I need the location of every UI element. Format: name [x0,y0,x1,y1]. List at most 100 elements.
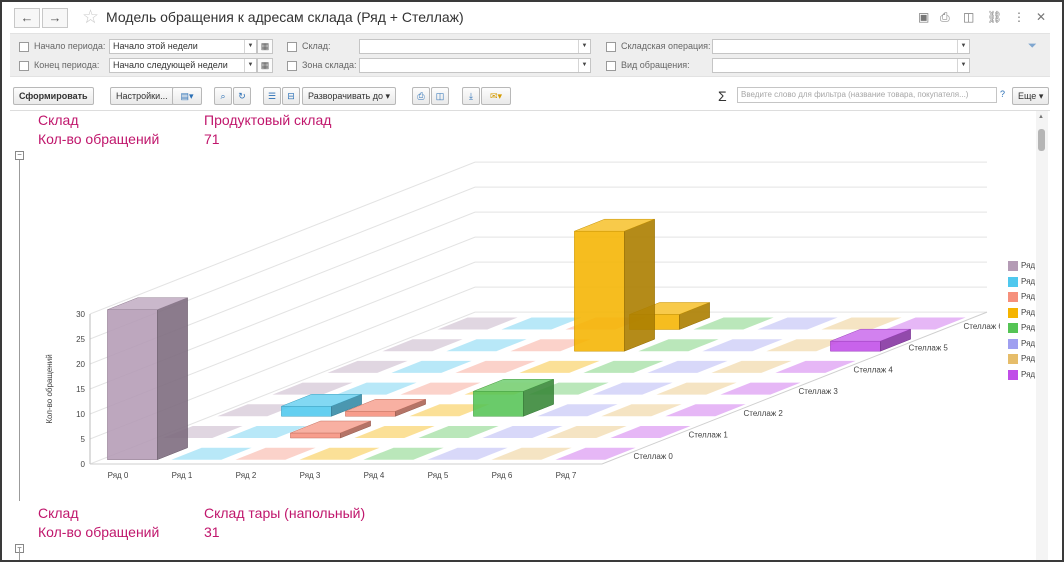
period-start-field[interactable]: Начало этой недели ▼ [109,39,257,54]
y-tick-label: 25 [76,335,85,344]
more-label: Еще [1018,91,1037,101]
favorite-star-icon[interactable]: ☆ [82,6,99,29]
chart-bar-side [157,297,188,461]
y-tick-label: 30 [76,310,85,319]
operation-label: Складская операция: [621,41,711,51]
chart-bar [501,317,582,330]
legend-swatch [1008,354,1018,364]
period-start-value: Начало этой недели [113,41,198,51]
group-count-value: 71 [204,131,220,147]
chevron-down-icon[interactable]: ▼ [578,59,590,72]
chart-gridline [89,161,987,315]
search-icon[interactable]: ⌕ [214,87,232,105]
search-input[interactable]: Введите слово для фильтра (название това… [737,87,997,103]
period-start-label: Начало периода: [34,41,106,51]
group-key-value: Склад тары (напольный) [204,505,366,521]
warehouse-label: Склад: [302,41,331,51]
search-next-icon[interactable]: ↻ [233,87,251,105]
depth-tick-label: Стеллаж 5 [909,344,949,353]
legend-swatch [1008,307,1018,318]
chart-bar [519,360,600,373]
access-type-field[interactable]: ▼ [712,58,970,73]
close-icon[interactable]: ✕ [1036,10,1046,24]
report-toolbar: Сформировать Настройки... ▤▾ ⌕ ↻ ☰ ⊟ Раз… [10,85,1050,107]
forward-arrow-icon[interactable]: → [42,8,68,28]
chart-bar [610,426,691,438]
more-button[interactable]: Еще ▾ [1012,87,1050,105]
depth-tick-label: Стеллаж 2 [744,409,784,418]
chart-bar [702,339,783,352]
more-vertical-icon[interactable]: ⋮ [1013,10,1025,24]
generate-button[interactable]: Сформировать [13,87,94,105]
back-arrow-icon[interactable]: ← [14,8,40,28]
depth-tick-label: Стеллаж 6 [964,322,1001,331]
chart-bar [592,382,673,395]
scroll-up-icon[interactable]: ▲ [1038,114,1044,120]
warehouse-checkbox[interactable] [287,42,297,52]
chart-bar [775,360,856,373]
print-icon[interactable]: ⎙ [412,87,430,105]
y-tick-label: 20 [76,360,85,369]
group-key-value: Продуктовый склад [204,112,332,128]
expand-to-button[interactable]: Разворачивать до ▾ [302,87,397,105]
report-area: − − Склад Продуктовый склад Кол-во обращ… [10,110,1050,560]
group-count-label: Кол-во обращений [38,131,160,147]
sum-icon[interactable]: Σ [718,88,727,104]
operation-field[interactable]: ▼ [712,39,970,54]
chevron-down-icon[interactable]: ▼ [957,59,969,72]
mail-icon[interactable]: ✉▾ [481,87,511,105]
chart-bar [427,447,508,460]
chevron-down-icon[interactable]: ▼ [244,59,256,72]
collapse-icon[interactable]: − [15,151,24,160]
settings-button[interactable]: Настройки... [110,87,174,105]
chart-bar [821,317,902,330]
outline-icon[interactable]: ⊟ [282,87,300,105]
vertical-scrollbar[interactable]: ▲ [1036,111,1048,560]
chart-bar [299,447,380,460]
access-type-checkbox[interactable] [606,61,616,71]
period-end-checkbox[interactable] [19,61,29,71]
chevron-down-icon[interactable]: ▼ [957,40,969,53]
operation-checkbox[interactable] [606,42,616,52]
zone-field[interactable]: ▼ [359,58,591,73]
help-link[interactable]: ? [1000,89,1005,99]
chart-bar [720,382,801,395]
filter-panel: Начало периода: Начало этой недели ▼ ▦ Ко… [10,33,1050,77]
legend-swatch [1008,369,1018,380]
save-icon[interactable]: ▣ [918,10,929,24]
period-start-checkbox[interactable] [19,42,29,52]
chevron-down-icon[interactable]: ▼ [244,40,256,53]
chart-bar [574,230,625,352]
chart-bar [583,360,664,373]
print-icon[interactable]: ⎙ [940,10,950,25]
zone-checkbox[interactable] [287,61,297,71]
legend-swatch [1008,261,1018,271]
chart-bar [336,382,417,395]
expand-to-label: Разворачивать до [308,91,384,101]
legend-swatch [1008,276,1018,287]
period-end-field[interactable]: Начало следующей недели ▼ [109,58,257,73]
chart-bar [546,426,627,438]
calendar-icon[interactable]: ▦ [257,58,273,73]
chevron-down-icon[interactable]: ▼ [578,40,590,53]
scroll-thumb[interactable] [1038,129,1045,151]
depth-tick-label: Стеллаж 1 [689,430,729,439]
group-count-value: 31 [204,524,220,540]
download-icon[interactable]: ⤓ [462,87,480,105]
calendar-icon[interactable]: ▦ [257,39,273,54]
chart-bar [327,360,408,373]
filter-funnel-icon[interactable]: ⏷ [1028,40,1037,53]
group-level-icon[interactable]: ☰ [263,87,281,105]
y-tick-label: 5 [81,435,86,444]
chart-gridline [89,186,987,340]
preview-icon[interactable]: ◫ [963,10,974,24]
group-key-label: Склад [38,112,79,128]
chart-bar-side [624,218,655,352]
group-count-label: Кол-во обращений [38,524,160,540]
y-tick-label: 15 [76,385,85,394]
warehouse-field[interactable]: ▼ [359,39,591,54]
chart-bar [235,447,316,460]
link-icon[interactable]: ⛓ [987,10,1002,24]
preview-icon[interactable]: ◫ [431,87,449,105]
variant-select-icon[interactable]: ▤▾ [172,87,202,105]
